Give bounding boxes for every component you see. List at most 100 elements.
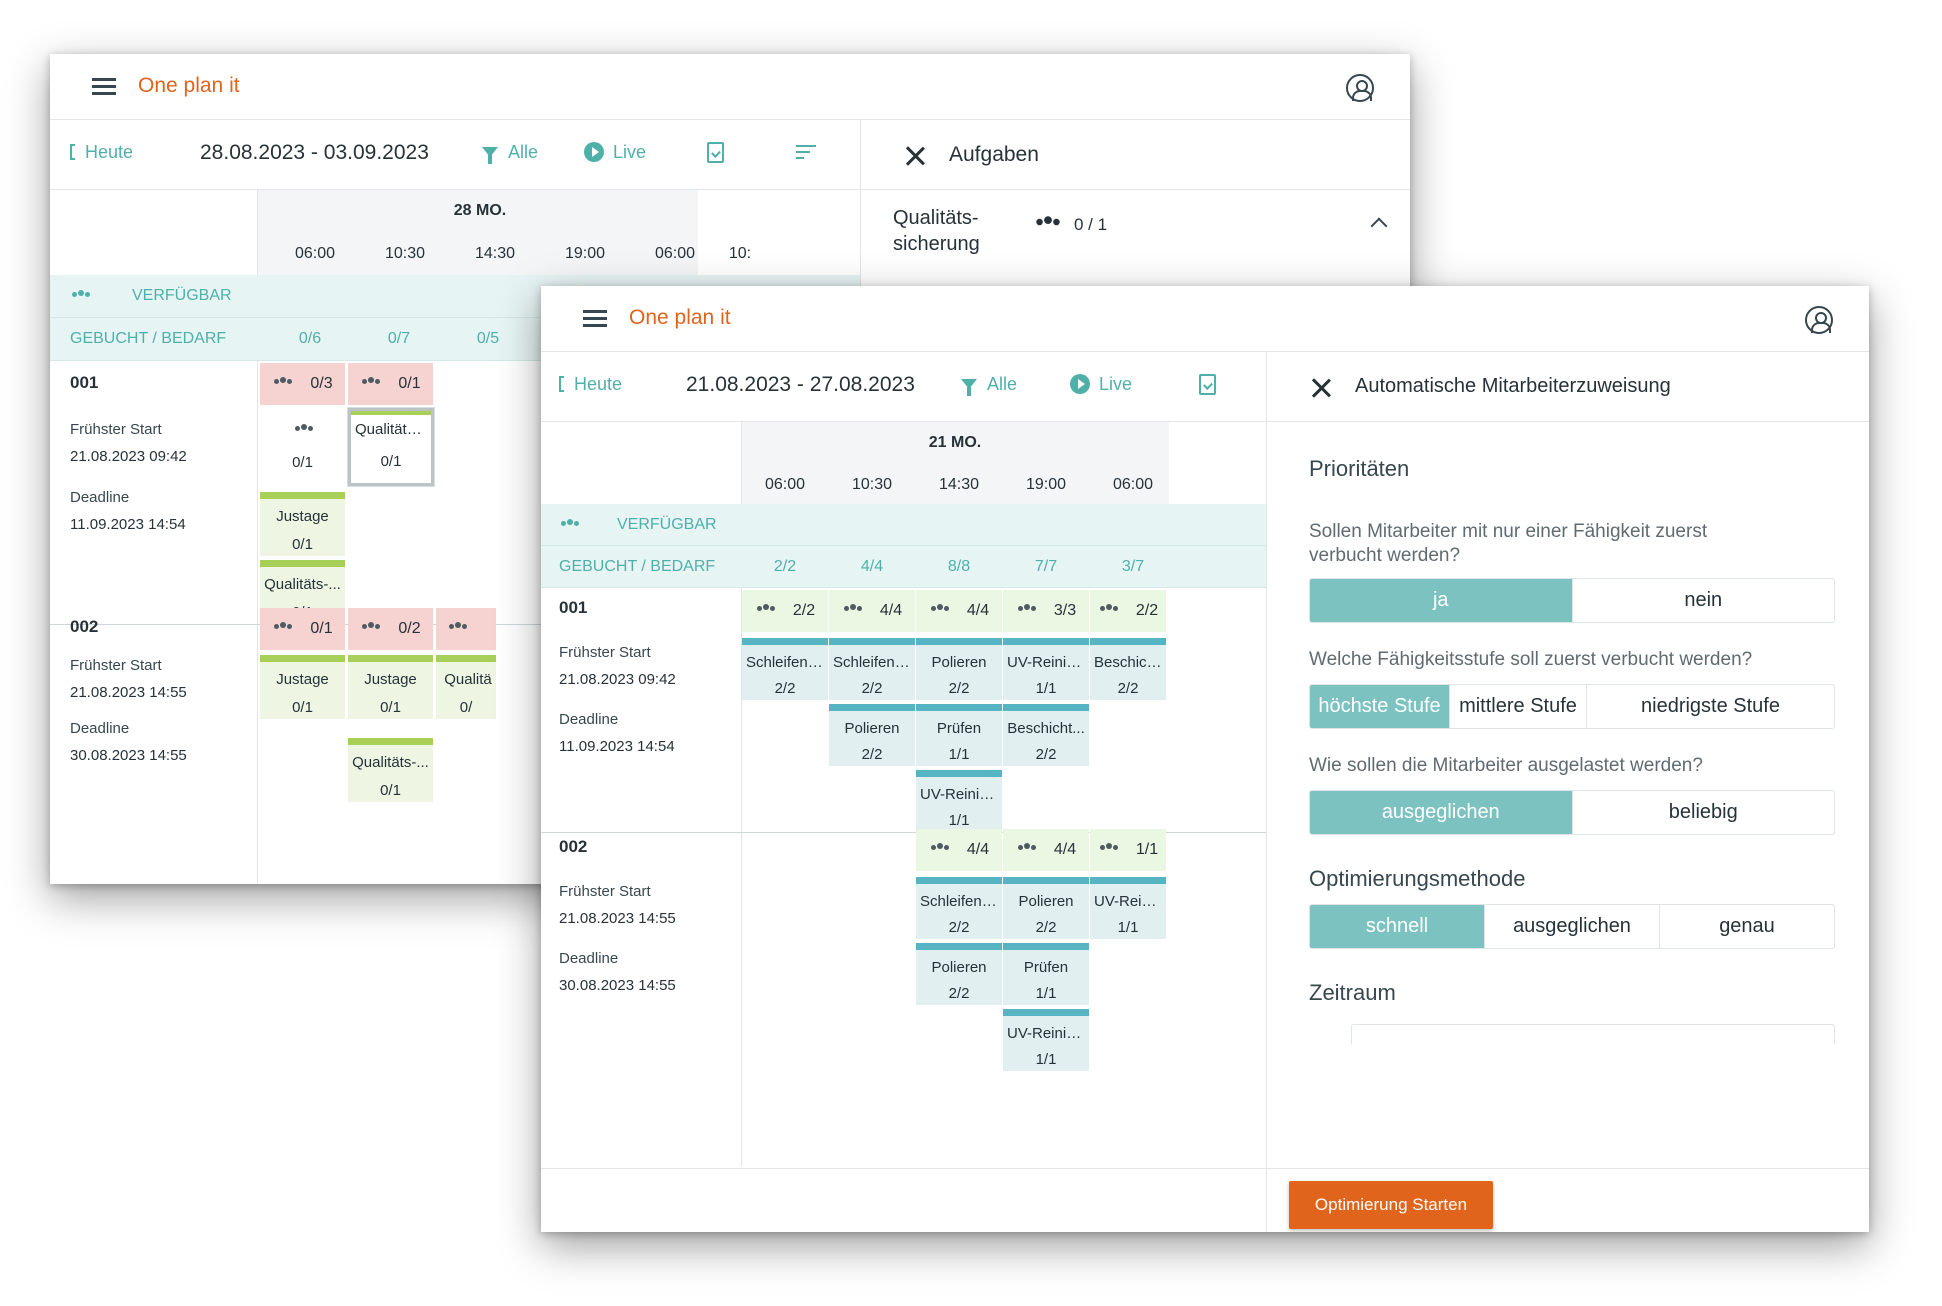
task-card-selected[interactable]: Qualitäts-... 0/1 (348, 408, 434, 486)
option-highest[interactable]: höchste Stufe (1310, 685, 1450, 728)
live-button[interactable]: Live (1070, 374, 1132, 395)
filter-button[interactable]: Alle (482, 142, 538, 164)
toolbar: Heute 28.08.2023 - 03.09.2023 Alle Live (50, 120, 860, 190)
menu-icon[interactable] (583, 310, 607, 328)
start-value: 21.08.2023 14:55 (70, 684, 187, 701)
task-card[interactable]: UV-Reinig...1/1 (1003, 1009, 1089, 1071)
period-field[interactable] (1351, 1024, 1835, 1044)
date-range[interactable]: 28.08.2023 - 03.09.2023 (200, 141, 429, 165)
chevron-up-icon[interactable] (1370, 217, 1388, 235)
single-skill-toggle: ja nein (1309, 578, 1835, 623)
option-arbitrary[interactable]: beliebig (1573, 791, 1835, 834)
task-card[interactable]: Schleifen ... 2/2 (829, 638, 915, 700)
people-icon (70, 290, 92, 302)
report-icon[interactable] (1199, 374, 1216, 395)
task-card[interactable]: 0/1 (260, 410, 345, 486)
people-icon (360, 377, 382, 389)
task-card[interactable]: Polieren 2/2 (1003, 877, 1089, 939)
people-icon (1016, 843, 1038, 855)
capacity-cell[interactable] (436, 608, 496, 650)
option-lowest[interactable]: niedrigste Stufe (1587, 685, 1834, 728)
capacity-cell[interactable]: 2/2 (1090, 590, 1166, 632)
task-card[interactable]: UV-Reinig...1/1 (1003, 638, 1089, 700)
option-medium[interactable]: mittlere Stufe (1450, 685, 1587, 728)
people-icon (1098, 843, 1120, 855)
close-icon[interactable] (905, 146, 925, 166)
task-card[interactable]: Justage 0/1 (260, 655, 345, 719)
capacity-cell[interactable]: 4/4 (916, 829, 1002, 871)
capacity-cell[interactable]: 2/2 (742, 590, 828, 632)
menu-icon[interactable] (92, 78, 116, 96)
task-card[interactable]: Polieren 2/2 (916, 943, 1002, 1005)
start-optimization-button[interactable]: Optimierung Starten (1289, 1181, 1493, 1229)
live-button[interactable]: Live (584, 142, 646, 163)
start-label: Frühster Start (559, 883, 651, 900)
close-icon[interactable] (1311, 378, 1331, 398)
account-icon[interactable] (1805, 306, 1833, 334)
task-card[interactable]: UV-Reinig...1/1 (1090, 877, 1166, 939)
filter-icon (961, 379, 977, 396)
task-card[interactable]: Polieren 2/2 (916, 638, 1002, 700)
task-card[interactable]: Prüfen 1/1 (916, 704, 1002, 766)
panel-header: Aufgaben (861, 120, 1410, 190)
today-button[interactable]: Heute (559, 374, 622, 395)
capacity-cell[interactable]: 0/2 (348, 608, 433, 650)
today-bracket-icon (559, 376, 564, 392)
people-icon (293, 424, 315, 436)
sort-icon[interactable] (796, 145, 816, 159)
deadline-value: 30.08.2023 14:55 (70, 747, 187, 764)
time-label: 06:00 (294, 245, 336, 262)
capacity-cell[interactable]: 4/4 (829, 590, 915, 632)
task-card[interactable]: Justage 0/1 (348, 655, 433, 719)
day-label: 21 MO. (928, 434, 982, 451)
app-bar: One plan it (541, 286, 1869, 352)
task-card[interactable]: UV-Reinig...1/1 (916, 770, 1002, 832)
panel-title: Aufgaben (949, 143, 1039, 166)
task-card[interactable]: Schleifen ... 2/2 (916, 877, 1002, 939)
auto-assign-panel: Automatische Mitarbeiterzuweisung Priori… (1266, 352, 1869, 1232)
report-icon[interactable] (707, 142, 724, 163)
option-balanced[interactable]: ausgeglichen (1310, 791, 1573, 834)
account-icon[interactable] (1346, 74, 1374, 102)
today-button[interactable]: Heute (70, 142, 133, 163)
capacity-cell[interactable]: 0/3 (260, 363, 345, 405)
deadline-label: Deadline (559, 711, 619, 728)
filter-button[interactable]: Alle (961, 374, 1017, 396)
deadline-label: Deadline (70, 720, 130, 737)
option-ja[interactable]: ja (1310, 579, 1573, 622)
task-card[interactable]: Schleifen ... 2/2 (742, 638, 828, 700)
play-icon (584, 142, 604, 162)
deadline-value: 11.09.2023 14:54 (559, 738, 675, 755)
time-label: 10: (728, 245, 752, 262)
option-fast[interactable]: schnell (1310, 905, 1485, 948)
question-skill-level: Welche Fähigkeitsstufe soll zuerst verbu… (1309, 649, 1753, 670)
task-card[interactable]: Qualitäts-...0/1 (348, 738, 433, 802)
capacity-cell[interactable]: 0/1 (260, 608, 345, 650)
start-label: Frühster Start (559, 644, 651, 661)
date-range[interactable]: 21.08.2023 - 27.08.2023 (686, 373, 915, 397)
option-nein[interactable]: nein (1573, 579, 1835, 622)
people-icon (1034, 216, 1063, 232)
capacity-cell[interactable]: 0/1 (348, 363, 433, 405)
task-card[interactable]: Prüfen 1/1 (1003, 943, 1089, 1005)
task-card[interactable]: Beschicht...2/2 (1003, 704, 1089, 766)
capacity-cell[interactable]: 1/1 (1090, 829, 1166, 871)
capacity-cell[interactable]: 3/3 (1003, 590, 1089, 632)
booked-label: GEBUCHT / BEDARF (70, 330, 227, 347)
available-label: VERFÜGBAR (617, 516, 717, 533)
app-title: One plan it (138, 74, 240, 97)
time-label: 19:00 (1025, 476, 1067, 493)
time-label: 10:30 (384, 245, 426, 262)
task-card[interactable]: Polieren 2/2 (829, 704, 915, 766)
capacity-cell[interactable]: 4/4 (916, 590, 1002, 632)
task-card[interactable]: Justage 0/1 (260, 492, 345, 556)
available-label: VERFÜGBAR (132, 287, 232, 304)
task-card[interactable]: Qualitä 0/ (436, 655, 496, 719)
option-balanced-method[interactable]: ausgeglichen (1485, 905, 1660, 948)
task-card[interactable]: Beschicht...2/2 (1090, 638, 1166, 700)
option-exact[interactable]: genau (1660, 905, 1834, 948)
capacity-cell[interactable]: 4/4 (1003, 829, 1089, 871)
people-icon (360, 622, 382, 634)
task-item-name[interactable]: Qualitäts-sicherung (893, 205, 980, 257)
deadline-value: 11.09.2023 14:54 (70, 516, 186, 533)
